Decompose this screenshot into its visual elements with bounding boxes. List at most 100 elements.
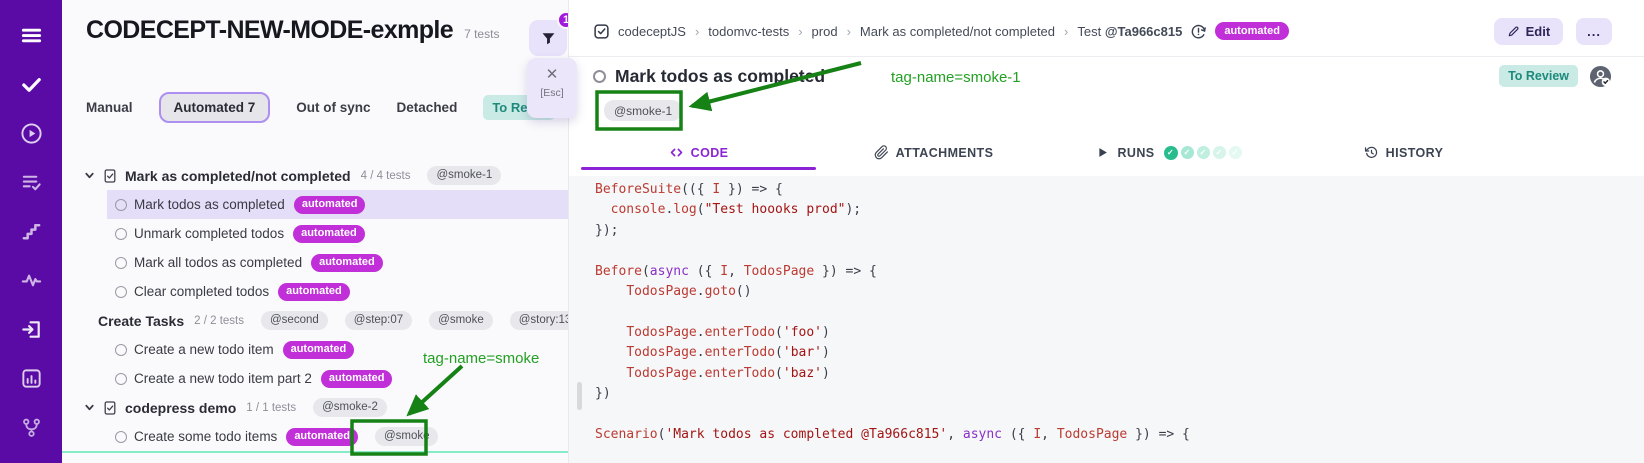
test-state-icon	[115, 344, 127, 356]
sign-in-icon[interactable]	[20, 318, 43, 341]
sync-status-icon[interactable]	[1190, 23, 1207, 40]
breadcrumb-separator: ›	[798, 24, 802, 39]
code-line	[595, 304, 1644, 324]
suite-file-icon	[102, 400, 118, 416]
history-icon	[1364, 145, 1379, 160]
tests-count: 7 tests	[464, 27, 499, 41]
test-row[interactable]: Create a new todo itemautomated	[107, 335, 568, 364]
filter-popup: ✕ [Esc]	[527, 58, 577, 118]
tab-detached[interactable]: Detached	[397, 100, 458, 115]
activity-icon[interactable]	[20, 269, 43, 292]
avatar-icon	[1589, 65, 1612, 88]
tag-pill[interactable]: @smoke-2	[313, 398, 387, 418]
paperclip-icon	[874, 145, 889, 160]
test-row[interactable]: Create some todo itemsautomated@smoke	[107, 422, 568, 451]
tag-pill[interactable]: @smoke-1	[604, 100, 682, 121]
code-line: BeforeSuite(({ I }) => {	[595, 182, 1644, 202]
code-line: })	[595, 386, 1644, 406]
test-row[interactable]: Create a new todo item part 2 automated	[107, 364, 568, 393]
tests-panel: CODECEPT-NEW-MODE-exmple 7 tests 1 ✕ [Es…	[62, 0, 568, 463]
tab-manual[interactable]: Manual	[86, 100, 133, 115]
breadcrumb-item[interactable]: Mark as completed/not completed	[860, 24, 1055, 39]
run-check-dot: ✓	[1229, 146, 1242, 159]
suite-row[interactable]: codepress demo1 / 1 tests@smoke-2	[62, 393, 568, 422]
breadcrumb-item[interactable]: prod	[812, 24, 838, 39]
automated-badge: automated	[321, 370, 393, 388]
list-check-icon[interactable]	[20, 171, 43, 194]
chevron-down-icon[interactable]	[84, 170, 95, 181]
test-id: @Ta966c815	[1105, 24, 1183, 39]
more-button[interactable]: ...	[1576, 18, 1612, 45]
filter-funnel-icon	[541, 31, 556, 46]
tag-pill[interactable]: @smoke	[375, 427, 439, 447]
test-row[interactable]: Mark todos as completedautomated	[107, 190, 568, 219]
test-state-icon	[115, 199, 127, 211]
automated-badge: automated	[311, 254, 383, 272]
suite-title: codepress demo	[125, 400, 236, 416]
code-line: console.log("Test hoooks prod");	[595, 202, 1644, 222]
tag-pill[interactable]: @step:07	[345, 311, 412, 331]
test-title: Create a new todo item part 2	[134, 371, 312, 386]
run-status-dots: ✓✓✓✓✓	[1164, 146, 1242, 160]
code-line: Before(async ({ I, TodosPage }) => {	[595, 264, 1644, 284]
breadcrumb-item[interactable]: todomvc-tests	[708, 24, 789, 39]
code-line: });	[595, 223, 1644, 243]
code-line: Scenario('Mark todos as completed @Ta966…	[595, 427, 1644, 447]
tab-out-of-sync[interactable]: Out of sync	[296, 100, 370, 115]
code-block: BeforeSuite(({ I }) => { console.log("Te…	[569, 176, 1644, 463]
test-title: Create some todo items	[134, 429, 277, 444]
tab-label: ATTACHMENTS	[896, 146, 994, 160]
test-title: Mark todos as completed	[615, 66, 825, 87]
drop-indicator-line	[62, 451, 568, 453]
suite-row[interactable]: Create Tasks2 / 2 tests@second@step:07@s…	[62, 306, 568, 335]
tag-pill[interactable]: @smoke-1	[427, 166, 501, 186]
run-check-dot: ✓	[1181, 146, 1194, 159]
project-header: CODECEPT-NEW-MODE-exmple 7 tests	[86, 16, 499, 45]
status-badge[interactable]: To Review	[1499, 65, 1578, 87]
code-line: TodosPage.enterTodo('bar')	[595, 345, 1644, 365]
scrollbar-thumb[interactable]	[577, 382, 582, 410]
code-line	[595, 243, 1644, 263]
test-title-row: Mark todos as completed To Review	[593, 62, 1612, 90]
edit-button[interactable]: Edit	[1494, 18, 1564, 45]
test-row[interactable]: Clear completed todosautomated	[107, 277, 568, 306]
steps-icon[interactable]	[20, 220, 43, 243]
menu-icon[interactable]	[20, 24, 43, 47]
tab-attachments[interactable]: ATTACHMENTS	[816, 136, 1051, 169]
bar-chart-icon[interactable]	[20, 367, 43, 390]
breadcrumb-separator: ›	[1064, 24, 1068, 39]
checks-icon[interactable]	[20, 73, 43, 96]
edit-label: Edit	[1526, 24, 1551, 39]
automated-badge: automated	[294, 196, 366, 214]
run-check-dot: ✓	[1197, 146, 1210, 159]
tab-history[interactable]: HISTORY	[1286, 136, 1521, 169]
tag-pill[interactable]: @smoke	[429, 311, 493, 331]
run-check-dot: ✓	[1213, 146, 1226, 159]
breadcrumb-test-label: Test	[1077, 24, 1101, 39]
breadcrumb: codeceptJS › todomvc-tests › prod › Mark as co…	[593, 22, 1289, 40]
tab-code[interactable]: CODE	[581, 136, 816, 169]
breadcrumb-separator: ›	[847, 24, 851, 39]
test-state-icon	[593, 70, 606, 83]
tag-pill[interactable]: @second	[261, 311, 328, 331]
suite-test-count: 4 / 4 tests	[361, 170, 411, 182]
tab-automated-7[interactable]: Automated 7	[159, 92, 271, 123]
esc-hint: [Esc]	[540, 87, 563, 99]
play-icon	[1095, 145, 1110, 160]
sidebar	[0, 0, 62, 463]
tab-runs[interactable]: RUNS✓✓✓✓✓	[1051, 136, 1286, 169]
breadcrumb-separator: ›	[695, 24, 699, 39]
test-row[interactable]: Unmark completed todosautomated	[107, 219, 568, 248]
filter-button[interactable]: 1	[529, 20, 567, 56]
close-icon[interactable]: ✕	[546, 67, 559, 82]
breadcrumb-item[interactable]: codeceptJS	[618, 24, 686, 39]
header-actions: Edit ...	[1494, 18, 1612, 45]
chevron-down-icon[interactable]	[84, 402, 95, 413]
breadcrumb-test[interactable]: Test @Ta966c815	[1077, 24, 1182, 39]
suite-row[interactable]: Mark as completed/not completed4 / 4 tes…	[62, 161, 568, 190]
play-circle-icon[interactable]	[20, 122, 43, 145]
assignee-avatar[interactable]	[1589, 65, 1612, 88]
test-row[interactable]: Mark all todos as completedautomated	[107, 248, 568, 277]
automated-badge: automated	[283, 341, 355, 359]
git-branch-icon[interactable]	[20, 416, 43, 439]
